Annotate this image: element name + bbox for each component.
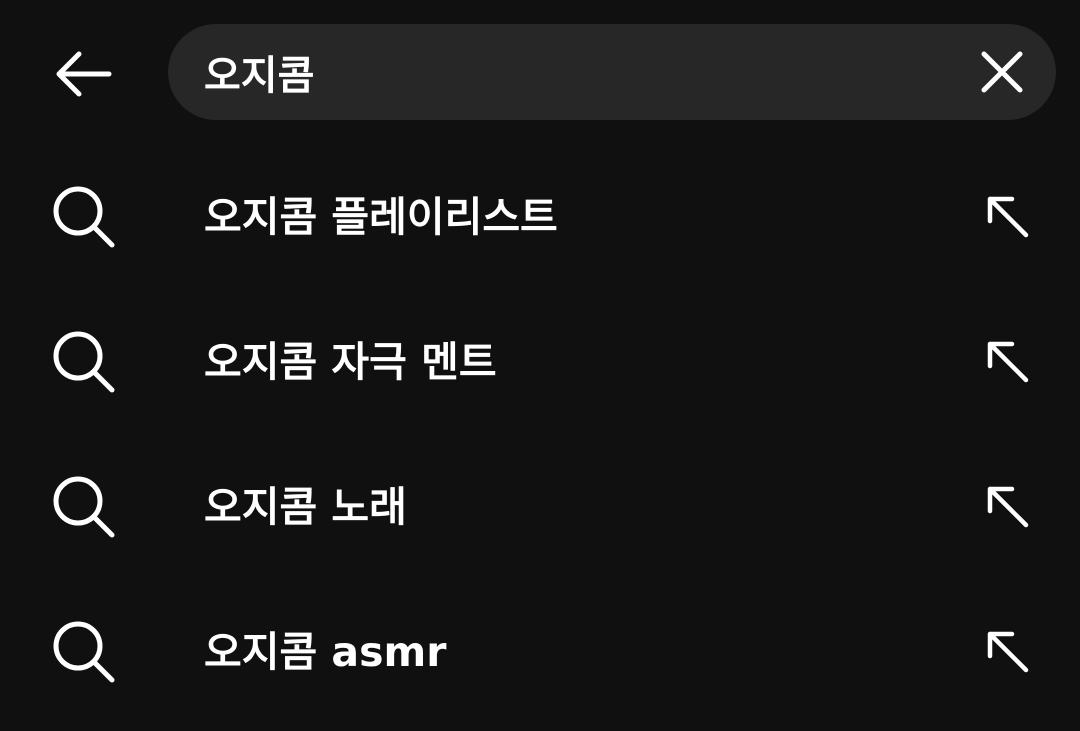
arrow-up-left-icon — [987, 486, 1029, 528]
search-top-bar — [0, 0, 1080, 145]
fill-query-button[interactable] — [968, 467, 1048, 547]
fill-query-button[interactable] — [968, 612, 1048, 692]
arrow-up-left-icon — [987, 196, 1029, 238]
clear-search-button[interactable] — [972, 42, 1032, 102]
arrow-left-icon — [56, 51, 112, 97]
search-box — [168, 24, 1056, 120]
search-icon — [53, 331, 115, 393]
suggestion-text: 오지콤 자극 멘트 — [204, 338, 497, 386]
fill-query-button[interactable] — [968, 177, 1048, 257]
arrow-up-left-icon — [987, 631, 1029, 673]
suggestion-text: 오지콤 asmr — [204, 628, 447, 676]
suggestion-item[interactable]: 오지콤 노래 — [0, 435, 1080, 580]
arrow-up-left-icon — [987, 341, 1029, 383]
back-button[interactable] — [44, 40, 122, 108]
search-icon — [53, 621, 115, 683]
close-icon — [981, 51, 1023, 93]
suggestion-item[interactable]: 오지콤 asmr — [0, 580, 1080, 725]
search-screen: 오지콤 플레이리스트 오지콤 자극 멘트 — [0, 0, 1080, 731]
suggestion-text: 오지콤 노래 — [204, 483, 407, 531]
fill-query-button[interactable] — [968, 322, 1048, 402]
suggestion-item[interactable]: 오지콤 플레이리스트 — [0, 145, 1080, 290]
search-input[interactable] — [204, 24, 944, 120]
search-icon — [53, 186, 115, 248]
suggestion-list: 오지콤 플레이리스트 오지콤 자극 멘트 오지콤 노래 오지콤 asmr — [0, 145, 1080, 725]
suggestion-item[interactable]: 오지콤 자극 멘트 — [0, 290, 1080, 435]
search-icon — [53, 476, 115, 538]
suggestion-text: 오지콤 플레이리스트 — [204, 193, 558, 241]
